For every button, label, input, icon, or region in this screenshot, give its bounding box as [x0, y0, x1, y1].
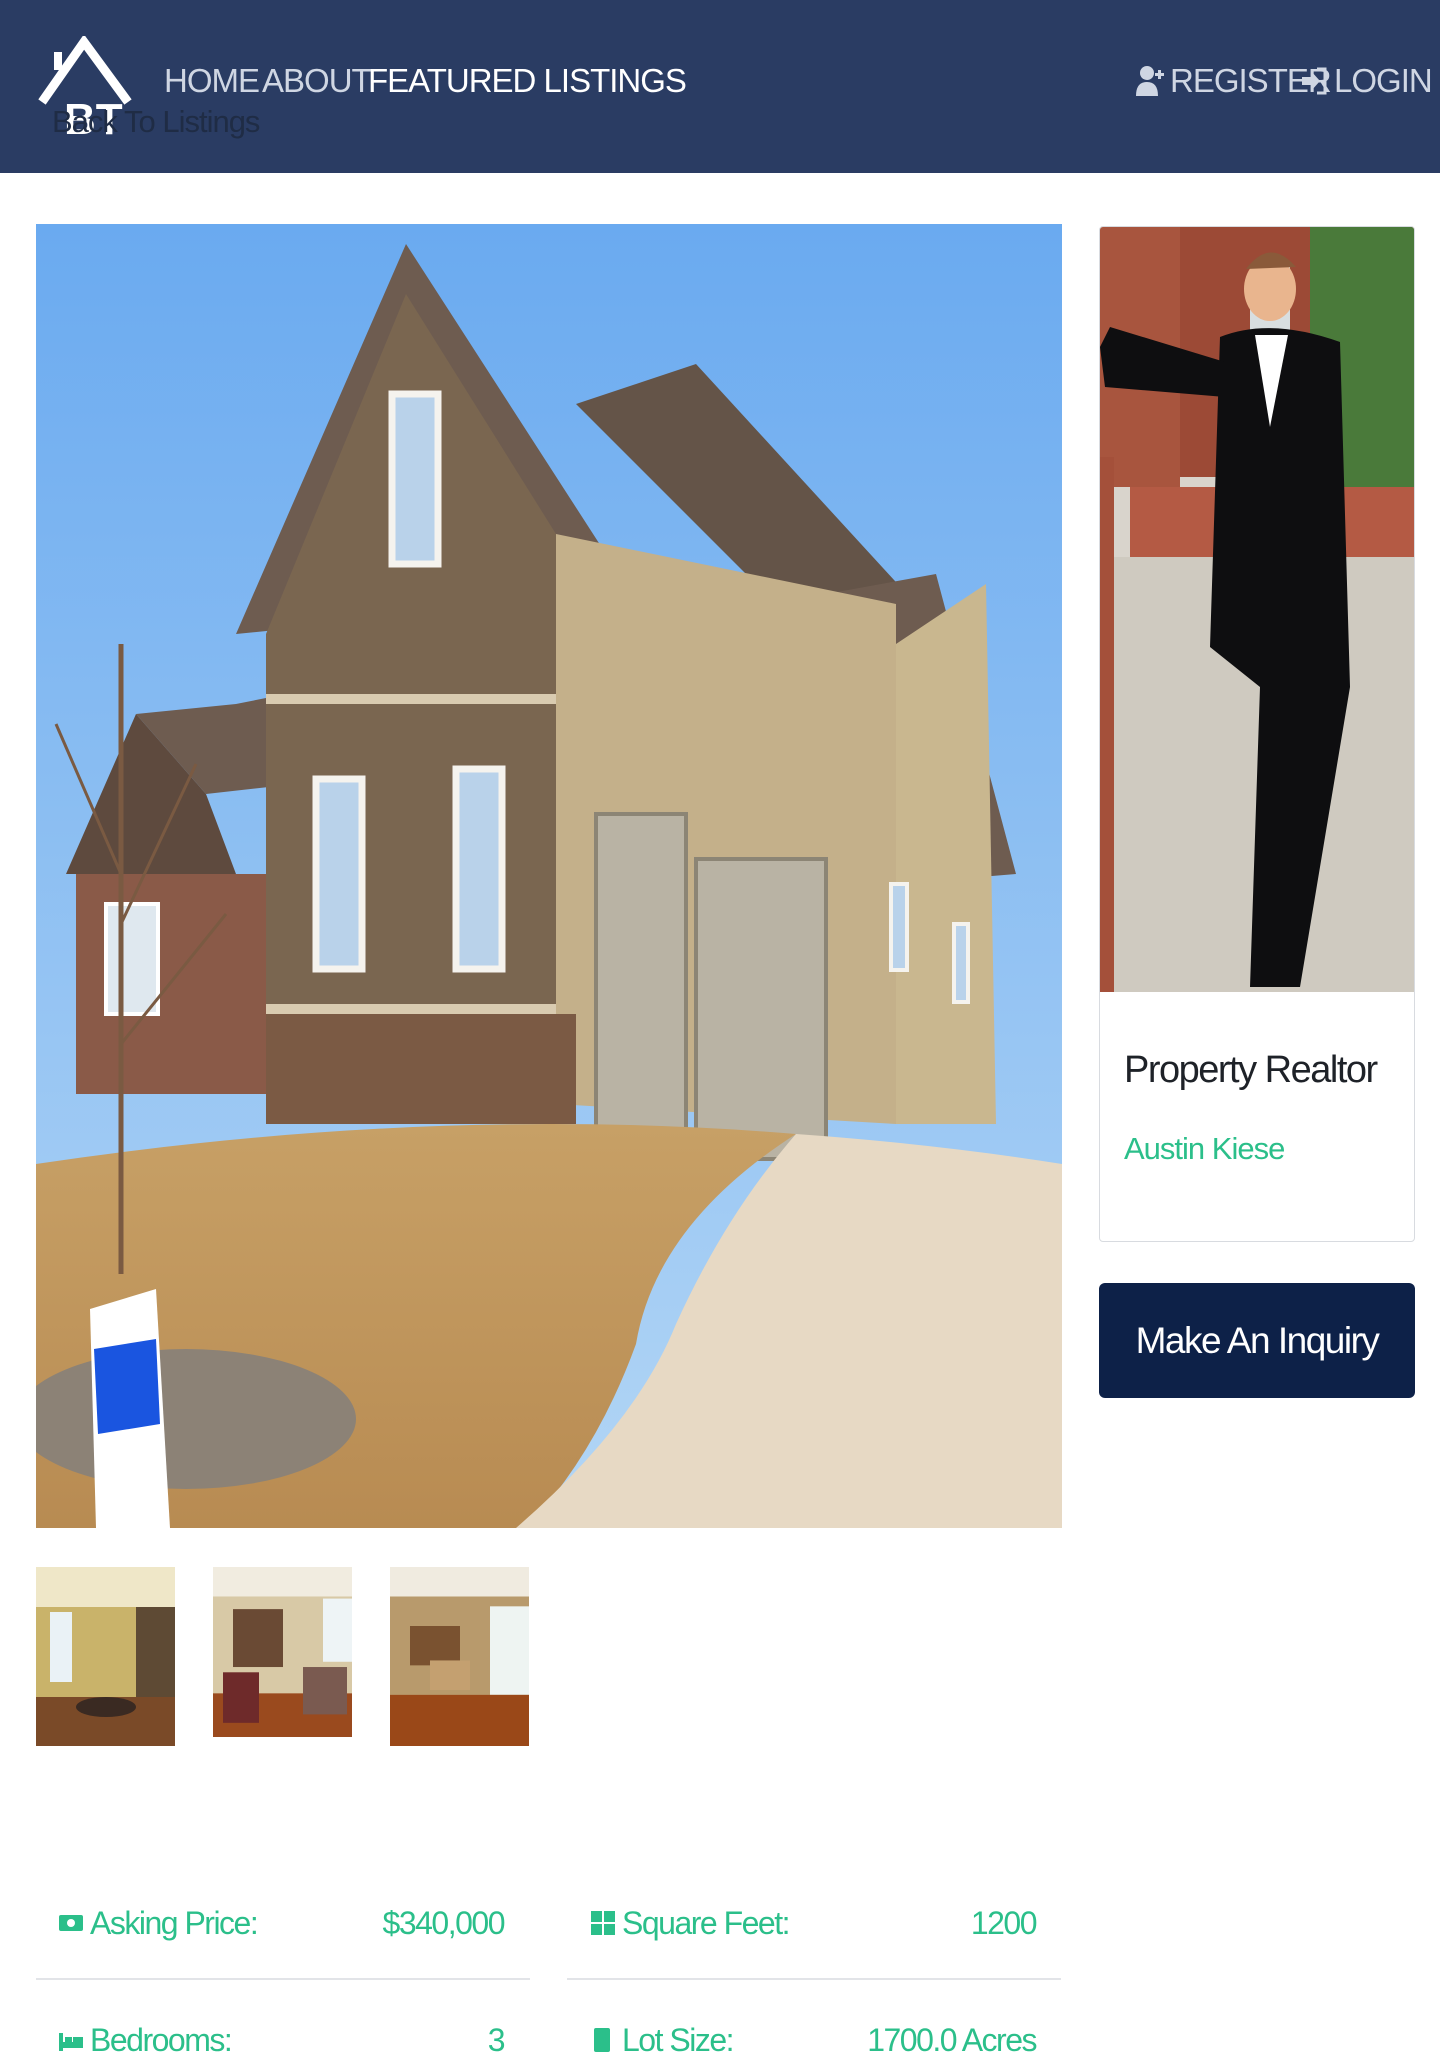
lot-size-value: 1700.0 Acres — [867, 2021, 1037, 2058]
square-feet-row: Square Feet: 1200 — [590, 1888, 1038, 1958]
bedrooms-label: Bedrooms: — [90, 2021, 233, 2058]
square-feet-label: Square Feet: — [622, 1904, 791, 1941]
asking-price-row: Asking Price: $340,000 — [58, 1888, 506, 1958]
nav-about[interactable]: ABOUT — [262, 62, 372, 100]
bedrooms-value: 3 — [487, 2021, 506, 2058]
square-icon — [594, 2028, 610, 2052]
grid-icon — [591, 1911, 615, 1935]
divider — [567, 1978, 1061, 1980]
lot-size-row: Lot Size: 1700.0 Acres — [590, 2005, 1037, 2063]
realtor-name: Austin Kiese — [1124, 1131, 1285, 1166]
user-plus-icon — [1136, 66, 1164, 96]
asking-price-label: Asking Price: — [90, 1904, 259, 1941]
realtor-photo — [1100, 227, 1414, 992]
money-icon — [59, 1915, 83, 1931]
make-inquiry-button[interactable]: Make An Inquiry — [1099, 1283, 1415, 1398]
sign-in-icon — [1302, 67, 1327, 95]
realtor-title: Property Realtor — [1124, 1049, 1378, 1091]
lot-size-label: Lot Size: — [622, 2021, 735, 2058]
bedrooms-row: Bedrooms: 3 — [58, 2005, 506, 2063]
login-label: LOGIN — [1334, 62, 1433, 99]
divider — [36, 1978, 530, 1980]
navbar: BT HOME ABOUT FEATURED LISTINGS REGISTER… — [0, 0, 1440, 173]
bed-icon — [59, 2033, 83, 2051]
thumbnail-2[interactable] — [213, 1567, 352, 1737]
asking-price-value: $340,000 — [382, 1904, 506, 1941]
thumbnail-1[interactable] — [36, 1567, 175, 1746]
login-link[interactable]: LOGIN — [1300, 62, 1433, 100]
nav-home[interactable]: HOME — [164, 62, 260, 100]
listing-main-image — [36, 224, 1062, 1528]
square-feet-value: 1200 — [970, 1904, 1038, 1941]
realtor-card: Property Realtor Austin Kiese — [1099, 226, 1415, 1242]
nav-featured-listings[interactable]: FEATURED LISTINGS — [368, 62, 687, 100]
thumbnail-3[interactable] — [390, 1567, 529, 1749]
back-to-listings-link[interactable]: Back To Listings — [52, 104, 260, 140]
